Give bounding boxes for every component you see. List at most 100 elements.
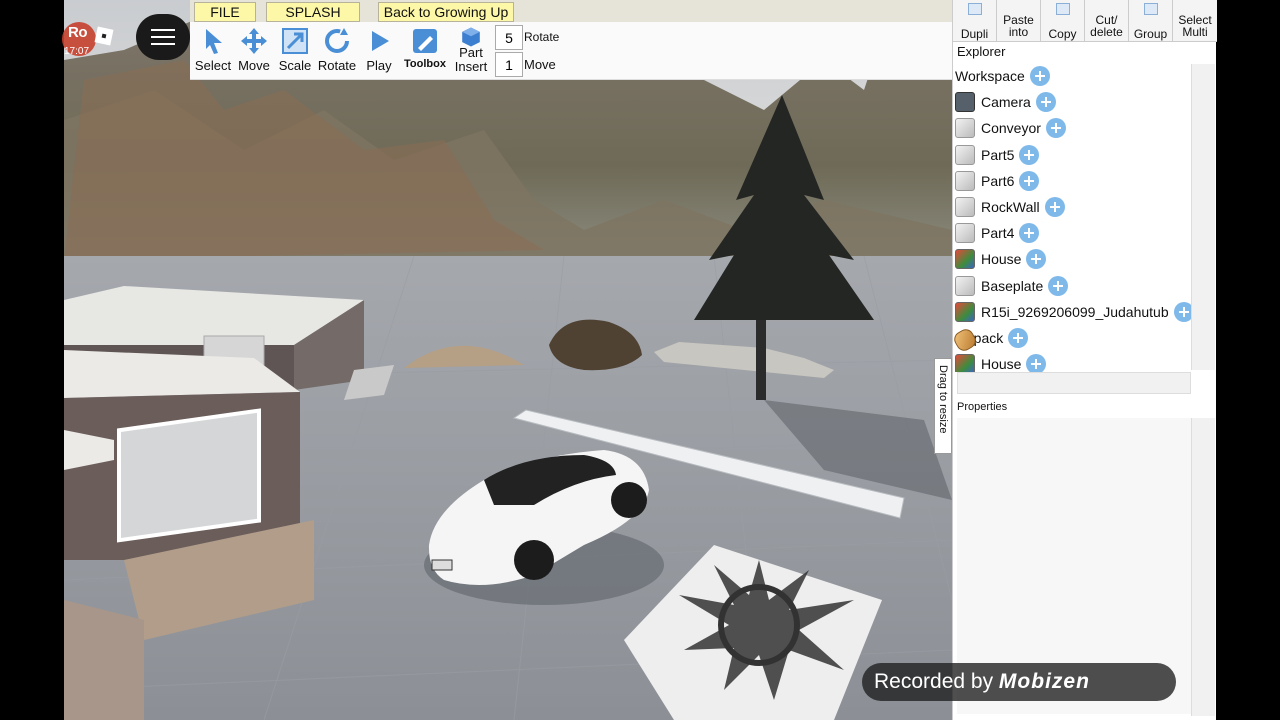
- explorer-item-name: Workspace: [955, 68, 1025, 84]
- explorer-vertical-scrollbar[interactable]: [1191, 64, 1215, 370]
- model-icon: [955, 249, 975, 270]
- scale-tool-label: Scale: [278, 58, 312, 73]
- roblox-wordmark: Ro: [68, 24, 88, 41]
- rotate-tool-label: Rotate: [317, 58, 357, 73]
- rotate-step-input[interactable]: 5: [495, 25, 523, 50]
- hamburger-menu-button[interactable]: [136, 14, 190, 60]
- paste-into-button[interactable]: Paste into: [997, 0, 1041, 42]
- part-insert-button[interactable]: Part Insert: [450, 26, 492, 78]
- move-step-input[interactable]: 1: [495, 52, 523, 77]
- tab-strip: FILE SPLASH Back to Growing Up: [190, 0, 952, 22]
- camera-icon: [955, 92, 975, 113]
- rotate-icon: [325, 28, 349, 53]
- recorder-brand: Mobizen: [998, 670, 1090, 693]
- rotate-step-label: Rotate: [524, 30, 560, 44]
- roblox-square-icon: [94, 26, 114, 46]
- add-child-plus-icon[interactable]: [1045, 118, 1066, 139]
- explorer-title: Explorer: [957, 44, 1006, 59]
- explorer-item-name: R15i_9269206099_Judahutub: [981, 303, 1169, 320]
- move-step-label: Move: [524, 57, 556, 72]
- explorer-item[interactable]: Part4: [955, 221, 1040, 245]
- move-tool-button[interactable]: Move: [233, 26, 275, 78]
- drag-to-resize-label: Drag to resize: [937, 365, 949, 434]
- add-child-plus-icon[interactable]: [1048, 275, 1069, 296]
- add-child-plus-icon[interactable]: [1026, 249, 1047, 270]
- part-insert-label-line2: Insert: [454, 59, 488, 74]
- recorder-watermark: Recorded by Mobizen: [862, 663, 1176, 701]
- menu-line: [151, 36, 175, 38]
- explorer-item[interactable]: House: [955, 352, 1047, 372]
- add-child-plus-icon[interactable]: [1008, 328, 1029, 348]
- explorer-item[interactable]: R15i_9269206099_Judahutub: [955, 300, 1191, 324]
- toolbox-button[interactable]: Toolbox: [402, 26, 448, 78]
- scene-render: [64, 0, 952, 720]
- cut-delete-button[interactable]: Cut/delete: [1085, 0, 1129, 42]
- group-button[interactable]: Group: [1129, 0, 1173, 42]
- add-child-plus-icon[interactable]: [1035, 92, 1056, 113]
- explorer-item-name: House: [981, 356, 1022, 372]
- recorder-prefix: Recorded by: [874, 670, 994, 693]
- properties-title: Properties: [957, 401, 1008, 413]
- part-icon: [955, 223, 975, 244]
- part-icon: [955, 118, 975, 139]
- select-multi-button[interactable]: Select Multi: [1173, 0, 1217, 42]
- add-child-plus-icon[interactable]: [1019, 170, 1040, 191]
- explorer-item-name: Baseplate: [981, 277, 1044, 294]
- explorer-item-name: Part5: [981, 146, 1015, 163]
- duplicate-button[interactable]: Dupli: [953, 0, 997, 42]
- select-tool-label: Select: [194, 58, 232, 73]
- move-tool-label: Move: [238, 58, 270, 73]
- add-child-plus-icon[interactable]: [1019, 223, 1040, 244]
- 3d-viewport[interactable]: [64, 0, 952, 720]
- duplicate-label: Dupli: [960, 27, 989, 41]
- add-child-plus-icon[interactable]: [1029, 66, 1050, 86]
- explorer-item[interactable]: House: [955, 247, 1047, 271]
- copy-button[interactable]: Copy: [1041, 0, 1085, 42]
- status-clock: 17:07: [64, 46, 90, 57]
- toolbox-icon: [413, 29, 437, 53]
- explorer-item-name: Part4: [981, 225, 1015, 242]
- play-button[interactable]: Play: [358, 26, 400, 78]
- explorer-item[interactable]: Jetpack: [953, 326, 1029, 354]
- explorer-item-name: Part6: [981, 172, 1015, 189]
- explorer-item[interactable]: Camera: [955, 90, 1056, 114]
- toolbox-label: Toolbox: [404, 58, 446, 70]
- explorer-horizontal-scrollbar[interactable]: [957, 372, 1191, 394]
- group-label: Group: [1133, 27, 1168, 41]
- drag-to-resize-handle[interactable]: Drag to resize: [934, 358, 952, 454]
- group-icon: [1143, 3, 1158, 15]
- explorer-item[interactable]: Baseplate: [955, 274, 1069, 298]
- cut-label-2: delete: [1090, 25, 1123, 39]
- add-child-plus-icon[interactable]: [1173, 301, 1191, 322]
- tab-file[interactable]: FILE: [194, 2, 256, 22]
- copy-label: Copy: [1048, 27, 1077, 41]
- part-insert-label-line1: Part: [459, 45, 483, 60]
- properties-vertical-scrollbar[interactable]: [1191, 418, 1215, 716]
- play-icon: [372, 31, 389, 51]
- scale-tool-button[interactable]: Scale: [274, 26, 316, 78]
- explorer-item[interactable]: RockWall: [955, 195, 1065, 219]
- explorer-item[interactable]: Part5: [955, 143, 1040, 167]
- part-icon: [955, 144, 975, 165]
- explorer-item[interactable]: Workspace: [955, 64, 1050, 88]
- select-tool-button[interactable]: Select: [192, 26, 234, 78]
- tab-splash[interactable]: SPLASH: [266, 2, 360, 22]
- play-label: Play: [366, 58, 392, 73]
- tab-back-to-growing-up[interactable]: Back to Growing Up: [378, 2, 514, 22]
- rotate-tool-button[interactable]: Rotate: [316, 26, 358, 78]
- roblox-logo[interactable]: Ro 17:07: [62, 18, 124, 62]
- explorer-item[interactable]: Part6: [955, 169, 1040, 193]
- menu-line: [151, 43, 175, 45]
- explorer-item-name: RockWall: [981, 199, 1040, 215]
- main-toolbar: Select Move Scale Rotate Play Toolbox Pa…: [190, 22, 952, 80]
- explorer-item-name: Camera: [981, 94, 1031, 111]
- add-child-plus-icon[interactable]: [1026, 354, 1047, 372]
- add-child-plus-icon[interactable]: [1019, 144, 1040, 165]
- model-icon: [955, 301, 975, 322]
- menu-line: [151, 29, 175, 31]
- explorer-item[interactable]: Conveyor: [955, 116, 1066, 140]
- right-panel: Dupli Paste into Copy Cut/delete Group Se…: [952, 0, 1217, 720]
- add-child-plus-icon[interactable]: [1044, 197, 1065, 217]
- paste-label-2: into: [1008, 25, 1029, 39]
- explorer-item-name: Conveyor: [981, 120, 1041, 137]
